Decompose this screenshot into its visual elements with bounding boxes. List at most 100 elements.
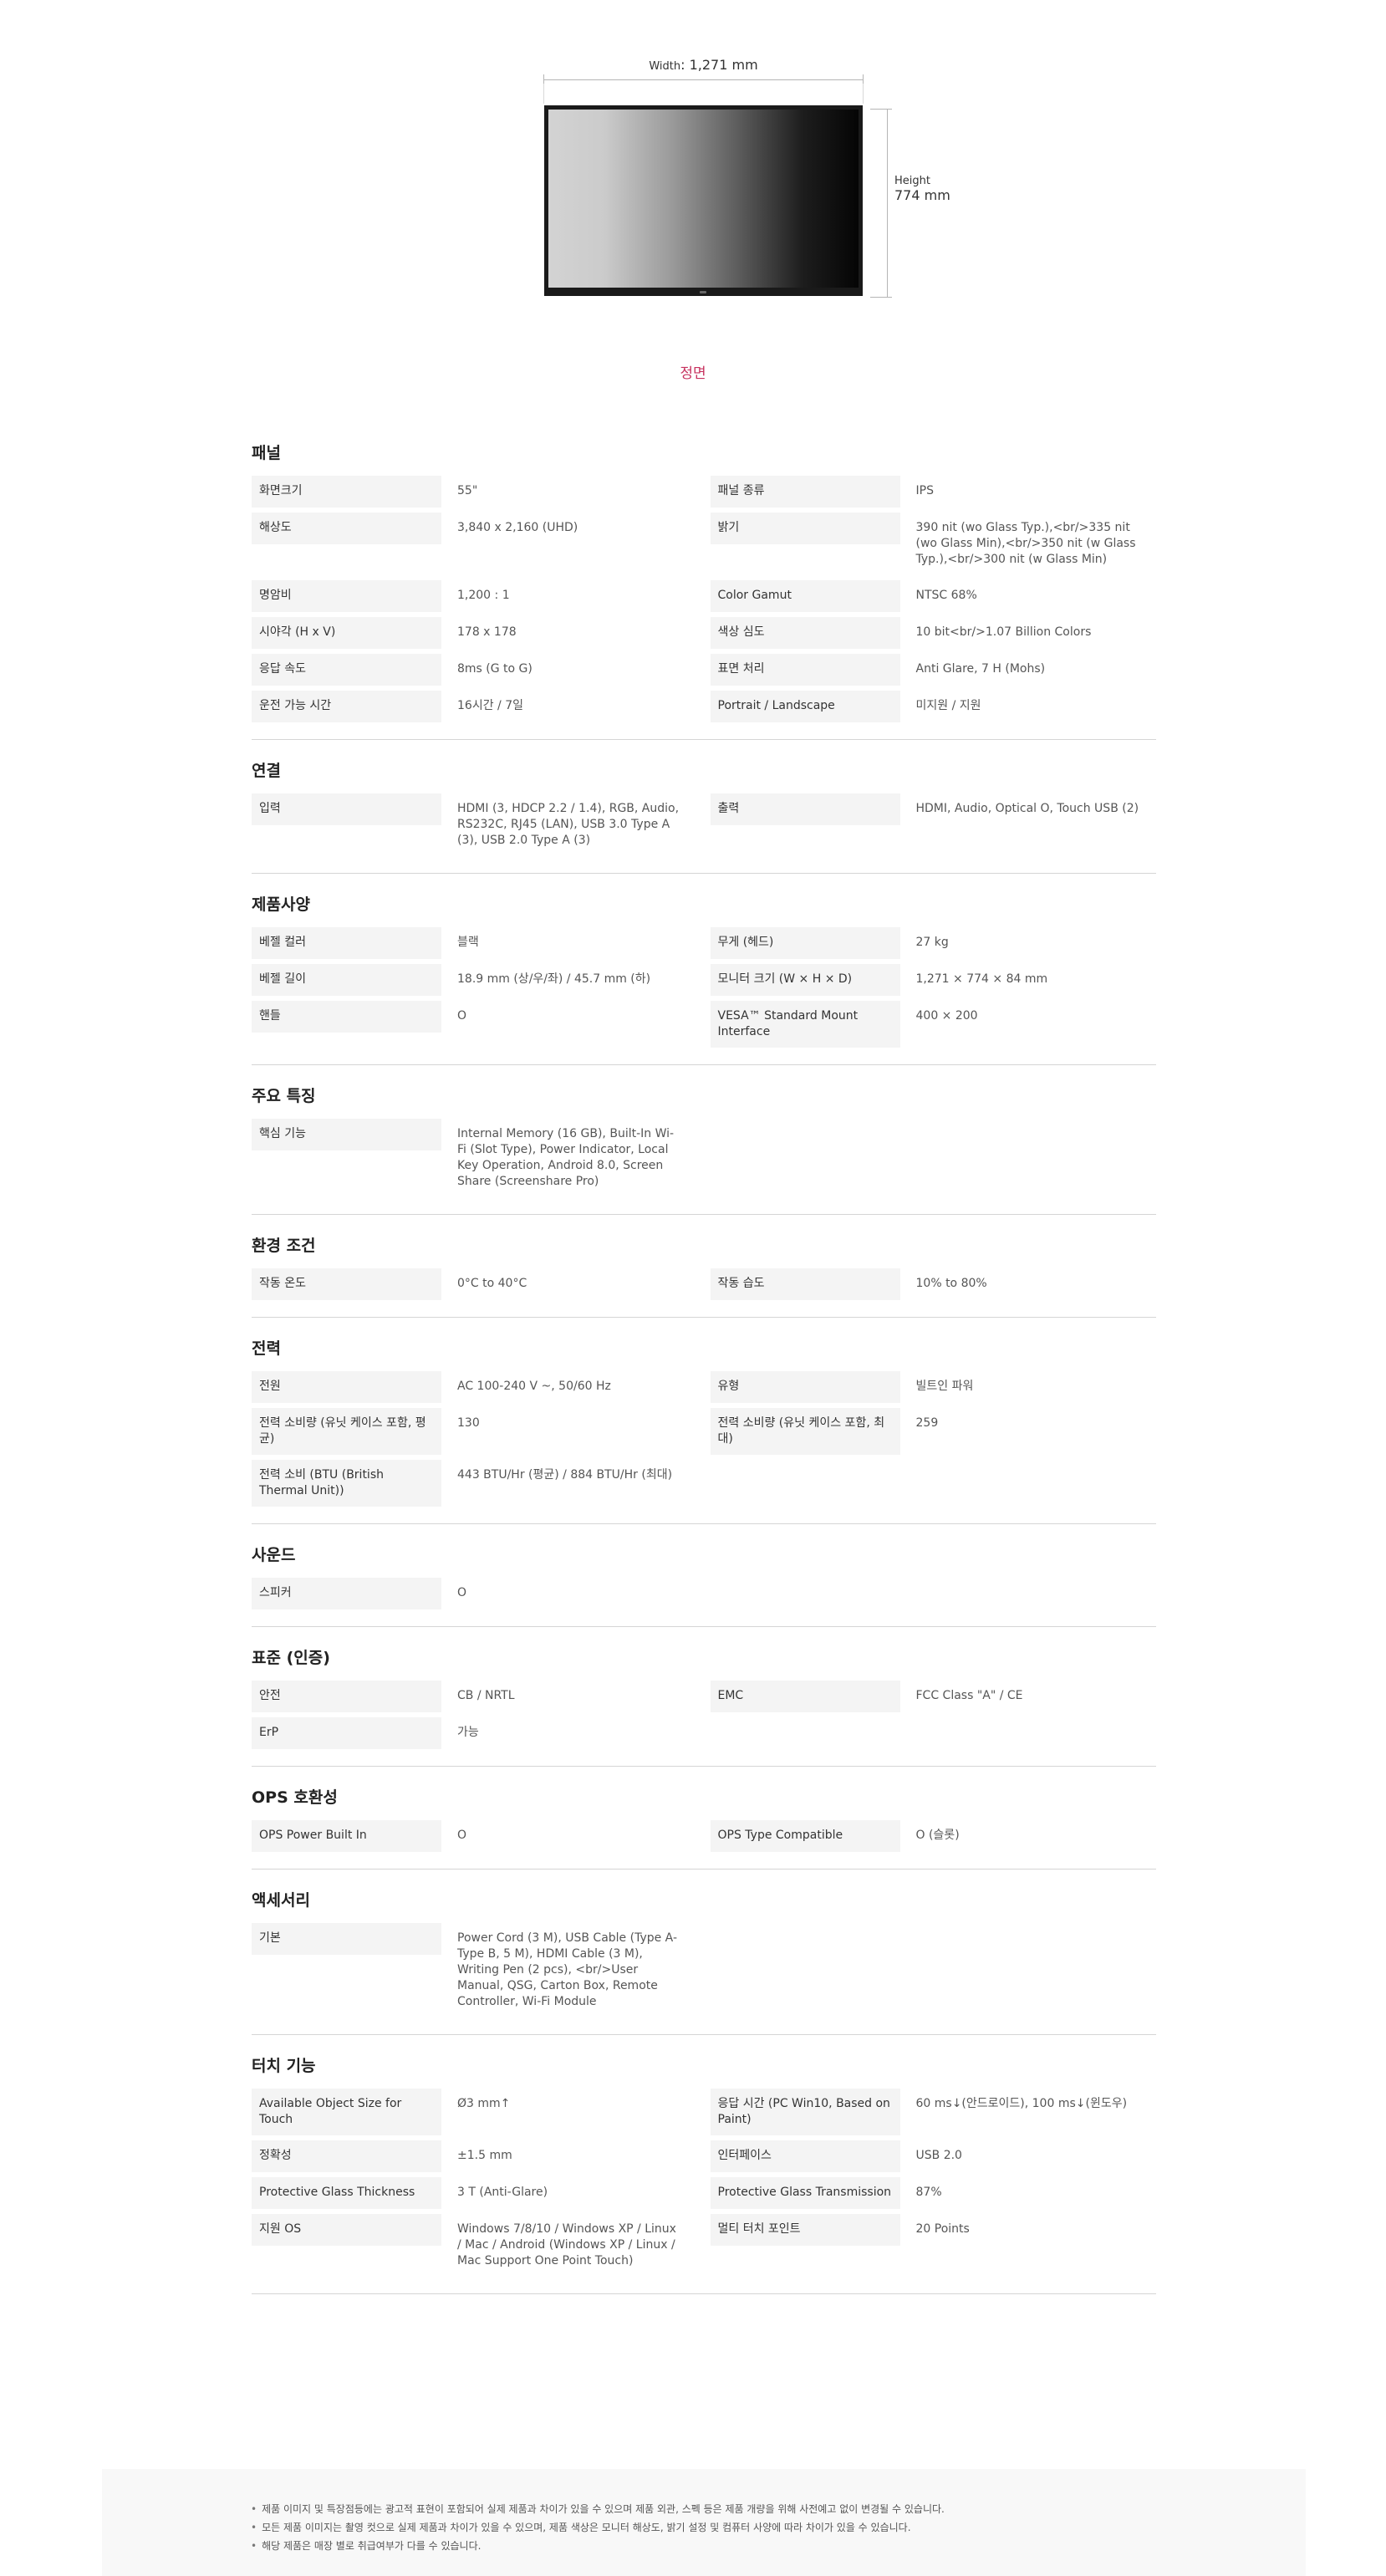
- view-caption: 정면: [680, 365, 706, 382]
- spec-value: Ø3 mm↑: [457, 2097, 511, 2110]
- spec-label: 전원: [252, 1371, 441, 1403]
- spec-value: 0°C to 40°C: [457, 1277, 527, 1290]
- spec-value: 1,200 : 1: [457, 589, 510, 602]
- note-item: 제품 이미지 및 특장점등에는 광고적 표현이 포함되어 실제 제품과 차이가 …: [251, 2500, 945, 2518]
- spec-item: 인터페이스 USB 2.0: [710, 2140, 1157, 2172]
- spec-label: OPS Type Compatible: [710, 1820, 900, 1852]
- spec-label: 유형: [710, 1371, 900, 1403]
- height-dimension-tick-bottom: [870, 297, 892, 298]
- spec-item: VESA™ Standard Mount Interface 400 × 200: [710, 1001, 1157, 1048]
- spec-item: 패널 종류 IPS: [710, 476, 1157, 508]
- spec-section: 사운드 스피커 O: [252, 1543, 1156, 1627]
- spec-label: 기본: [252, 1923, 441, 1955]
- spec-item: Color Gamut NTSC 68%: [710, 580, 1157, 612]
- spec-value: USB 2.0: [915, 2149, 962, 2162]
- spec-label: 인터페이스: [710, 2140, 900, 2172]
- spec-section: 제품사양베젤 컬러 블랙 무게 (헤드) 27 kg 베젤 길이 18.9 mm (상/우…: [252, 892, 1156, 1065]
- spec-value: 10 bit<br/>1.07 Billion Colors: [915, 625, 1092, 639]
- spec-label: 핸들: [252, 1001, 441, 1033]
- spec-rows: 안전 CB / NRTL EMC FCC Class "A" / CE ErP 가능: [252, 1681, 1156, 1749]
- spec-item: 전원 AC 100-240 V ~, 50/60 Hz: [252, 1371, 698, 1403]
- spec-value: O: [457, 1009, 467, 1023]
- disclaimer-notes: 제품 이미지 및 특장점등에는 광고적 표현이 포함되어 실제 제품과 차이가 …: [102, 2469, 1306, 2576]
- spec-item: 해상도 3,840 x 2,160 (UHD): [252, 513, 698, 575]
- spec-label: Available Object Size for Touch: [252, 2089, 441, 2135]
- spec-label: 밝기: [710, 513, 900, 544]
- spec-value: Windows 7/8/10 / Windows XP / Linux / Ma…: [457, 2222, 676, 2267]
- spec-value: IPS: [915, 484, 934, 497]
- spec-value: 443 BTU/Hr (평균) / 884 BTU/Hr (최대): [457, 1468, 673, 1482]
- spec-value: 390 nit (wo Glass Typ.),<br/>335 nit (wo…: [915, 521, 1136, 566]
- spec-section: 패널 화면크기 55" 패널 종류 IPS 해상도 3,840 x 2,160 (UHD) 밝…: [252, 441, 1156, 740]
- spec-value: 55": [457, 484, 478, 497]
- spec-label: 색상 심도: [710, 617, 900, 649]
- spec-label: 응답 시간 (PC Win10, Based on Paint): [710, 2089, 900, 2135]
- notes-list: 제품 이미지 및 특장점등에는 광고적 표현이 포함되어 실제 제품과 차이가 …: [251, 2500, 945, 2555]
- spec-label: 안전: [252, 1681, 441, 1712]
- spec-label: Portrait / Landscape: [710, 691, 900, 722]
- spec-section: 터치 기능 Available Object Size for Touch Ø3 m…: [252, 2053, 1156, 2294]
- dimension-figure: Width: 1,271 mm Height 774 mm 정면: [0, 0, 1386, 393]
- spec-value: FCC Class "A" / CE: [915, 1689, 1023, 1702]
- spec-rows: 스피커 O: [252, 1578, 1156, 1609]
- spec-label: 스피커: [252, 1578, 441, 1609]
- spec-item: ErP 가능: [252, 1717, 698, 1749]
- spec-item: 멀티 터치 포인트 20 Points: [710, 2214, 1157, 2277]
- section-title: 터치 기능: [252, 2057, 316, 2075]
- spec-label: 전력 소비 (BTU (British Thermal Unit)): [252, 1460, 441, 1507]
- spec-value: Anti Glare, 7 H (Mohs): [915, 662, 1046, 676]
- spec-value: HDMI, Audio, Optical O, Touch USB (2): [915, 802, 1139, 815]
- spec-item: 시야각 (H x V) 178 x 178: [252, 617, 698, 649]
- spec-value: 130: [457, 1416, 480, 1430]
- spec-label: 작동 습도: [710, 1268, 900, 1300]
- spec-item: Protective Glass Thickness 3 T (Anti-Glar…: [252, 2177, 698, 2209]
- spec-section: 표준 (인증) 안전 CB / NRTL EMC FCC Class "A" / CE E…: [252, 1645, 1156, 1767]
- section-title: 연결: [252, 762, 281, 780]
- height-dimension-tick-top: [870, 109, 892, 110]
- spec-value: 3 T (Anti-Glare): [457, 2186, 548, 2199]
- spec-item: 화면크기 55": [252, 476, 698, 508]
- section-title: 제품사양: [252, 895, 310, 914]
- spec-item: 기본 Power Cord (3 M), USB Cable (Type A-Ty…: [252, 1923, 698, 2017]
- spec-value: 27 kg: [915, 936, 949, 949]
- spec-label: Color Gamut: [710, 580, 900, 612]
- spec-item: 밝기 390 nit (wo Glass Typ.),<br/>335 nit (…: [710, 513, 1157, 575]
- spec-item: 정확성 ±1.5 mm: [252, 2140, 698, 2172]
- spec-item: 응답 속도 8ms (G to G): [252, 654, 698, 686]
- spec-item: 지원 OS Windows 7/8/10 / Windows XP / Linux…: [252, 2214, 698, 2277]
- height-key: Height: [894, 175, 930, 187]
- width-guide-right: [863, 84, 864, 104]
- spec-item: 전력 소비 (BTU (British Thermal Unit)) 443 BT…: [252, 1460, 698, 1507]
- section-title: 액세서리: [252, 1891, 310, 1910]
- spec-label: 전력 소비량 (유닛 케이스 포함, 최대): [710, 1408, 900, 1455]
- width-value: : 1,271 mm: [680, 57, 758, 73]
- spec-rows: 작동 온도 0°C to 40°C 작동 습도 10% to 80%: [252, 1268, 1156, 1300]
- spec-value: 블랙: [457, 936, 479, 949]
- spec-label: 출력: [710, 793, 900, 825]
- spec-value: 16시간 / 7일: [457, 699, 523, 712]
- spec-item: 입력 HDMI (3, HDCP 2.2 / 1.4), RGB, Audio, …: [252, 793, 698, 856]
- spec-value: 10% to 80%: [915, 1277, 987, 1290]
- spec-rows: Available Object Size for Touch Ø3 mm↑ 응답 …: [252, 2089, 1156, 2277]
- spec-item: 핵심 기능 Internal Memory (16 GB), Built-In W…: [252, 1119, 698, 1197]
- section-title: OPS 호환성: [252, 1788, 338, 1807]
- monitor-front-image: [544, 105, 863, 296]
- spec-item: EMC FCC Class "A" / CE: [710, 1681, 1157, 1712]
- height-label: Height 774 mm: [894, 175, 950, 203]
- spec-rows: 입력 HDMI (3, HDCP 2.2 / 1.4), RGB, Audio, …: [252, 793, 1156, 856]
- spec-label: EMC: [710, 1681, 900, 1712]
- spec-label: VESA™ Standard Mount Interface: [710, 1001, 900, 1048]
- spec-rows: 베젤 컬러 블랙 무게 (헤드) 27 kg 베젤 길이 18.9 mm (상/우/좌) …: [252, 927, 1156, 1048]
- spec-label: 운전 가능 시간: [252, 691, 441, 722]
- spec-item: Protective Glass Transmission 87%: [710, 2177, 1157, 2209]
- spec-value: CB / NRTL: [457, 1689, 515, 1702]
- spec-label: ErP: [252, 1717, 441, 1749]
- spec-item: 전력 소비량 (유닛 케이스 포함, 평균) 130: [252, 1408, 698, 1455]
- spec-item: 운전 가능 시간 16시간 / 7일: [252, 691, 698, 722]
- spec-value: HDMI (3, HDCP 2.2 / 1.4), RGB, Audio, RS…: [457, 802, 680, 847]
- spec-section: OPS 호환성 OPS Power Built In O OPS Type Compa…: [252, 1785, 1156, 1870]
- spec-item: 응답 시간 (PC Win10, Based on Paint) 60 ms↓(안…: [710, 2089, 1157, 2135]
- spec-label: 작동 온도: [252, 1268, 441, 1300]
- spec-value: AC 100-240 V ~, 50/60 Hz: [457, 1380, 611, 1393]
- spec-table: 패널 화면크기 55" 패널 종류 IPS 해상도 3,840 x 2,160 (UHD) 밝…: [252, 441, 1156, 2313]
